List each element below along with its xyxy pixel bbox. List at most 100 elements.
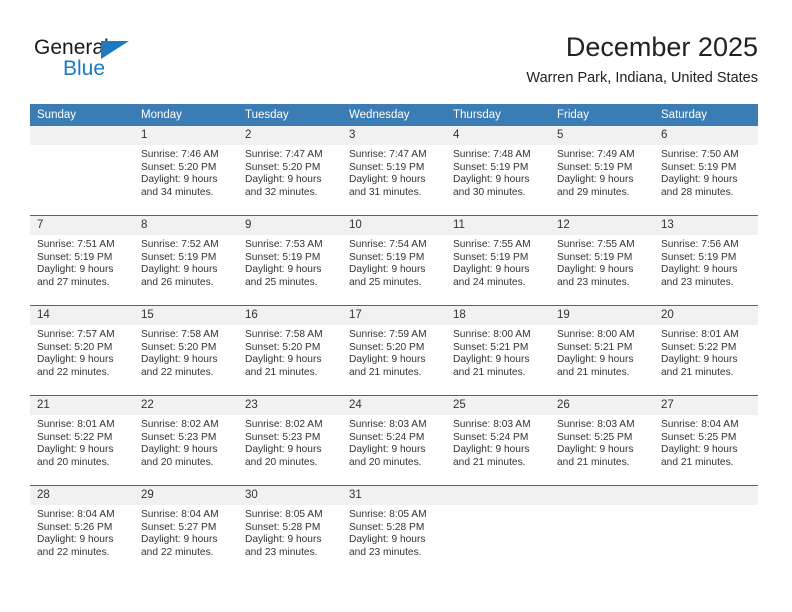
sunset-time: Sunset: 5:20 PM [141, 161, 217, 173]
day-details: Sunrise: 7:54 AM Sunset: 5:19 PM Daylight:… [342, 235, 446, 289]
calendar-day-cell[interactable]: 21 Sunrise: 8:01 AM Sunset: 5:22 PM Dayligh… [30, 395, 134, 486]
daylight-duration-line1: Daylight: 9 hours [141, 354, 218, 366]
calendar-day-cell[interactable]: 7 Sunrise: 7:51 AM Sunset: 5:19 PM Daylight… [30, 215, 134, 306]
sunrise-time: Sunrise: 8:05 AM [349, 509, 427, 520]
sunset-time: Sunset: 5:26 PM [37, 521, 113, 533]
logo-triangle-icon [101, 41, 129, 59]
day-details: Sunrise: 8:05 AM Sunset: 5:28 PM Daylight:… [238, 505, 342, 559]
sunrise-time: Sunrise: 7:58 AM [141, 329, 219, 340]
calendar-day-cell[interactable]: 1 Sunrise: 7:46 AM Sunset: 5:20 PM Daylight… [134, 126, 238, 216]
day-details: Sunrise: 8:00 AM Sunset: 5:21 PM Daylight:… [446, 325, 550, 379]
sunrise-time: Sunrise: 7:52 AM [141, 239, 219, 250]
calendar-day-cell[interactable]: 27 Sunrise: 8:04 AM Sunset: 5:25 PM Dayligh… [654, 395, 758, 486]
day-cell-inner: 22 Sunrise: 8:02 AM Sunset: 5:23 PM Dayligh… [134, 396, 238, 485]
sunrise-time: Sunrise: 8:04 AM [141, 509, 219, 520]
calendar-day-cell[interactable]: 3 Sunrise: 7:47 AM Sunset: 5:19 PM Daylight… [342, 126, 446, 216]
daylight-duration-line2: and 25 minutes. [245, 276, 318, 288]
day-number: 11 [446, 216, 550, 235]
daylight-duration-line1: Daylight: 9 hours [245, 444, 322, 456]
daylight-duration-line2: and 29 minutes. [557, 186, 630, 198]
page-title: December 2025 [565, 32, 758, 62]
day-number: 22 [134, 396, 238, 415]
calendar-day-cell[interactable]: 24 Sunrise: 8:03 AM Sunset: 5:24 PM Dayligh… [342, 395, 446, 486]
sunset-time: Sunset: 5:19 PM [557, 251, 633, 263]
sunset-time: Sunset: 5:19 PM [141, 251, 217, 263]
sunrise-time: Sunrise: 7:55 AM [453, 239, 531, 250]
calendar-day-cell[interactable]: 31 Sunrise: 8:05 AM Sunset: 5:28 PM Dayligh… [342, 485, 446, 575]
calendar-day-cell[interactable]: 30 Sunrise: 8:05 AM Sunset: 5:28 PM Dayligh… [238, 485, 342, 575]
daylight-duration-line2: and 20 minutes. [245, 456, 318, 468]
day-number: 26 [550, 396, 654, 415]
daylight-duration-line2: and 27 minutes. [37, 276, 110, 288]
calendar-day-cell[interactable]: 22 Sunrise: 8:02 AM Sunset: 5:23 PM Dayligh… [134, 395, 238, 486]
sunrise-time: Sunrise: 7:53 AM [245, 239, 323, 250]
sunrise-time: Sunrise: 8:03 AM [349, 419, 427, 430]
daylight-duration-line1: Daylight: 9 hours [141, 534, 218, 546]
day-number: 2 [238, 126, 342, 145]
calendar-day-cell[interactable]: 17 Sunrise: 7:59 AM Sunset: 5:20 PM Dayligh… [342, 305, 446, 396]
daylight-duration-line2: and 32 minutes. [245, 186, 318, 198]
day-cell-inner: 11 Sunrise: 7:55 AM Sunset: 5:19 PM Dayligh… [446, 216, 550, 305]
daylight-duration-line2: and 30 minutes. [453, 186, 526, 198]
calendar-day-cell[interactable]: 20 Sunrise: 8:01 AM Sunset: 5:22 PM Dayligh… [654, 305, 758, 396]
day-details: Sunrise: 7:51 AM Sunset: 5:19 PM Daylight:… [30, 235, 134, 289]
calendar-day-cell-empty [30, 126, 134, 216]
daylight-duration-line1: Daylight: 9 hours [245, 174, 322, 186]
day-number [550, 486, 654, 505]
calendar-day-cell[interactable]: 12 Sunrise: 7:55 AM Sunset: 5:19 PM Dayligh… [550, 215, 654, 306]
sunrise-time: Sunrise: 7:46 AM [141, 149, 219, 160]
daylight-duration-line1: Daylight: 9 hours [661, 174, 738, 186]
calendar-day-cell[interactable]: 29 Sunrise: 8:04 AM Sunset: 5:27 PM Dayligh… [134, 485, 238, 575]
calendar-day-cell[interactable]: 19 Sunrise: 8:00 AM Sunset: 5:21 PM Dayligh… [550, 305, 654, 396]
calendar-day-cell[interactable]: 14 Sunrise: 7:57 AM Sunset: 5:20 PM Dayligh… [30, 305, 134, 396]
sunrise-time: Sunrise: 7:47 AM [349, 149, 427, 160]
calendar-day-cell[interactable]: 4 Sunrise: 7:48 AM Sunset: 5:19 PM Daylight… [446, 126, 550, 216]
day-number: 15 [134, 306, 238, 325]
calendar-day-cell[interactable]: 11 Sunrise: 7:55 AM Sunset: 5:19 PM Dayligh… [446, 215, 550, 306]
day-details: Sunrise: 8:03 AM Sunset: 5:24 PM Daylight:… [342, 415, 446, 469]
day-number [446, 486, 550, 505]
daylight-duration-line2: and 23 minutes. [245, 546, 318, 558]
sunrise-time: Sunrise: 7:55 AM [557, 239, 635, 250]
calendar-day-cell[interactable]: 16 Sunrise: 7:58 AM Sunset: 5:20 PM Dayligh… [238, 305, 342, 396]
day-number: 27 [654, 396, 758, 415]
day-number [654, 486, 758, 505]
calendar-day-cell[interactable]: 23 Sunrise: 8:02 AM Sunset: 5:23 PM Dayligh… [238, 395, 342, 486]
calendar-day-cell[interactable]: 10 Sunrise: 7:54 AM Sunset: 5:19 PM Dayligh… [342, 215, 446, 306]
sunset-time: Sunset: 5:24 PM [349, 431, 425, 443]
sunrise-time: Sunrise: 7:47 AM [245, 149, 323, 160]
sunrise-time: Sunrise: 8:02 AM [245, 419, 323, 430]
calendar-day-cell[interactable]: 13 Sunrise: 7:56 AM Sunset: 5:19 PM Dayligh… [654, 215, 758, 306]
day-number: 18 [446, 306, 550, 325]
sunset-time: Sunset: 5:19 PM [349, 251, 425, 263]
day-cell-inner [550, 486, 654, 575]
day-number: 7 [30, 216, 134, 235]
weekday-header-row: Sunday Monday Tuesday Wednesday Thursday… [30, 104, 758, 126]
daylight-duration-line1: Daylight: 9 hours [349, 354, 426, 366]
day-cell-inner [654, 486, 758, 575]
calendar-day-cell-empty [550, 485, 654, 575]
weekday-header-wednesday: Wednesday [342, 104, 446, 126]
daylight-duration-line2: and 34 minutes. [141, 186, 214, 198]
day-number: 31 [342, 486, 446, 505]
calendar-day-cell[interactable]: 28 Sunrise: 8:04 AM Sunset: 5:26 PM Dayligh… [30, 485, 134, 575]
day-cell-inner: 20 Sunrise: 8:01 AM Sunset: 5:22 PM Dayligh… [654, 306, 758, 395]
sunset-time: Sunset: 5:21 PM [557, 341, 633, 353]
calendar-day-cell[interactable]: 25 Sunrise: 8:03 AM Sunset: 5:24 PM Dayligh… [446, 395, 550, 486]
daylight-duration-line1: Daylight: 9 hours [141, 444, 218, 456]
calendar-day-cell[interactable]: 8 Sunrise: 7:52 AM Sunset: 5:19 PM Daylight… [134, 215, 238, 306]
calendar-day-cell[interactable]: 26 Sunrise: 8:03 AM Sunset: 5:25 PM Dayligh… [550, 395, 654, 486]
calendar-day-cell[interactable]: 18 Sunrise: 8:00 AM Sunset: 5:21 PM Dayligh… [446, 305, 550, 396]
day-cell-inner [30, 126, 134, 215]
sunrise-time: Sunrise: 8:00 AM [453, 329, 531, 340]
calendar-day-cell[interactable]: 2 Sunrise: 7:47 AM Sunset: 5:20 PM Daylight… [238, 126, 342, 216]
sunset-time: Sunset: 5:24 PM [453, 431, 529, 443]
sunrise-time: Sunrise: 8:03 AM [557, 419, 635, 430]
calendar-day-cell[interactable]: 9 Sunrise: 7:53 AM Sunset: 5:19 PM Daylight… [238, 215, 342, 306]
calendar-day-cell[interactable]: 6 Sunrise: 7:50 AM Sunset: 5:19 PM Daylight… [654, 126, 758, 216]
day-number: 19 [550, 306, 654, 325]
calendar-day-cell[interactable]: 5 Sunrise: 7:49 AM Sunset: 5:19 PM Daylight… [550, 126, 654, 216]
calendar-day-cell[interactable]: 15 Sunrise: 7:58 AM Sunset: 5:20 PM Dayligh… [134, 305, 238, 396]
day-number: 17 [342, 306, 446, 325]
calendar-day-cell-empty [654, 485, 758, 575]
